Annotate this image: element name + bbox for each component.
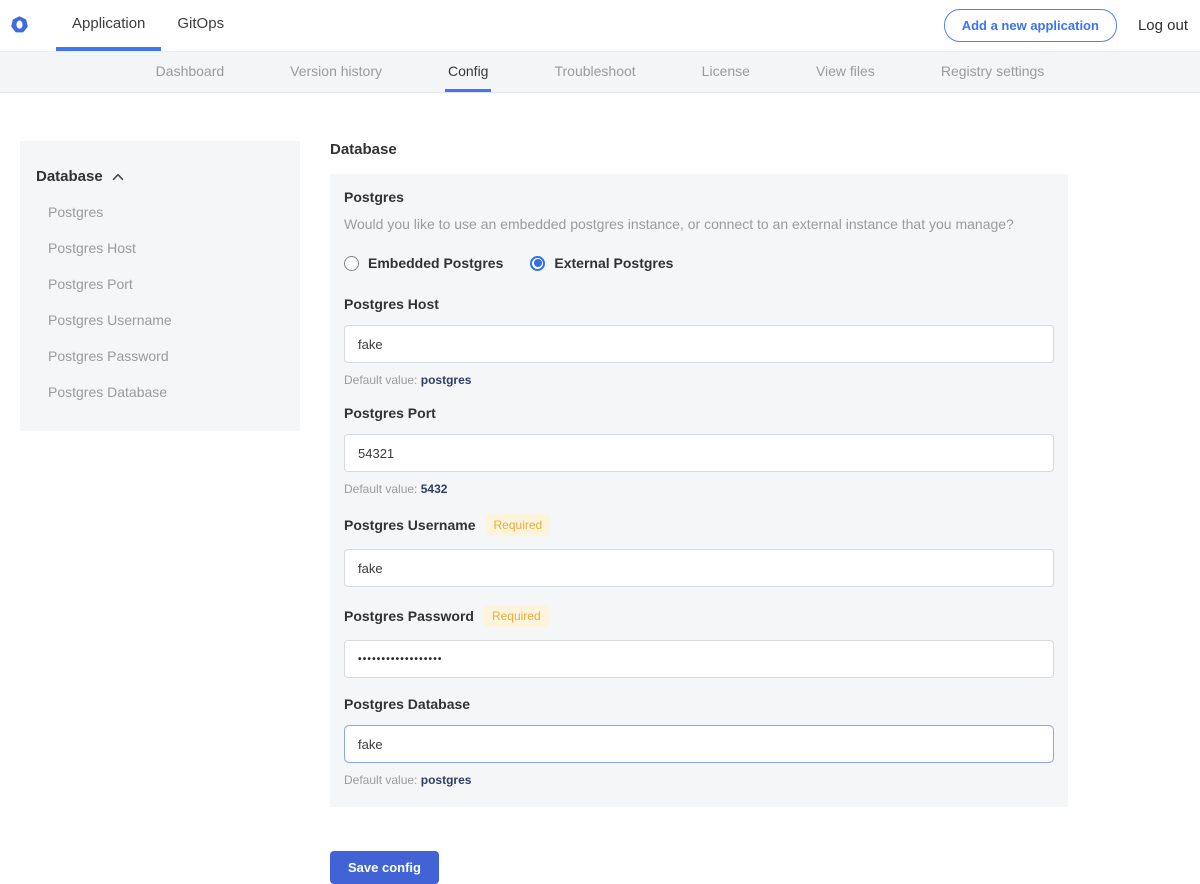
postgres-username-input[interactable] (344, 549, 1054, 587)
sidebar-item-postgres-host[interactable]: Postgres Host (48, 230, 284, 266)
subnav-item-license[interactable]: License (699, 52, 753, 92)
subnav-item-config[interactable]: Config (445, 52, 491, 92)
subnav-item-view-files[interactable]: View files (813, 52, 878, 92)
add-application-button[interactable]: Add a new application (944, 9, 1117, 42)
default-value-prefix: Default value: (344, 773, 417, 787)
field-label: Postgres Password Required (344, 605, 1054, 627)
field-postgres-password: Postgres Password Required (344, 605, 1054, 678)
default-value-text: postgres (421, 373, 472, 387)
config-content: Database Postgres Would you like to use … (330, 141, 1068, 884)
radio-unchecked-icon (344, 256, 359, 271)
sidebar-group-label: Database (36, 168, 103, 185)
tab-gitops[interactable]: GitOps (161, 0, 240, 51)
subnav-item-version-history[interactable]: Version history (287, 52, 385, 92)
subnav-item-label: License (702, 63, 750, 79)
radio-embedded-postgres[interactable]: Embedded Postgres (344, 255, 503, 271)
chevron-up-icon (112, 168, 124, 185)
sidebar-item-postgres-database[interactable]: Postgres Database (48, 374, 284, 410)
default-value-prefix: Default value: (344, 482, 417, 496)
field-postgres-host: Postgres Host Default value: postgres (344, 296, 1054, 387)
config-page: Database Postgres Postgres Host Postgres… (0, 93, 1200, 884)
field-label-text: Postgres Password (344, 608, 474, 624)
postgres-host-input[interactable] (344, 325, 1054, 363)
field-label: Postgres Database (344, 696, 1054, 712)
subnav-item-label: Registry settings (941, 63, 1044, 79)
group-description: Would you like to use an embedded postgr… (344, 216, 1054, 232)
sidebar-group-database[interactable]: Database (36, 168, 284, 185)
default-value-hint: Default value: postgres (344, 373, 1054, 387)
header-tabs: Application GitOps (56, 0, 240, 51)
group-title: Postgres (344, 189, 1054, 205)
radio-checked-icon (530, 256, 545, 271)
app-logo (10, 0, 29, 51)
tab-gitops-label: GitOps (177, 15, 224, 32)
subnav-item-label: Troubleshoot (554, 63, 635, 79)
header-actions: Add a new application Log out (944, 0, 1188, 51)
sidebar-item-postgres[interactable]: Postgres (48, 194, 284, 230)
logout-link[interactable]: Log out (1138, 17, 1188, 34)
default-value-text: 5432 (421, 482, 448, 496)
subnav-item-label: Version history (290, 63, 382, 79)
field-label-text: Postgres Database (344, 696, 470, 712)
subnav-item-registry-settings[interactable]: Registry settings (938, 52, 1047, 92)
tab-application-label: Application (72, 15, 145, 32)
subnav-item-label: Dashboard (156, 63, 225, 79)
field-label: Postgres Username Required (344, 514, 1054, 536)
field-label: Postgres Port (344, 405, 1054, 421)
app-logo-icon (10, 16, 29, 35)
required-badge: Required (484, 605, 549, 627)
radio-label: External Postgres (554, 255, 673, 271)
config-sidebar: Database Postgres Postgres Host Postgres… (20, 141, 300, 431)
save-config-button[interactable]: Save config (330, 851, 439, 884)
page-title: Database (330, 141, 1068, 158)
field-label-text: Postgres Host (344, 296, 439, 312)
radio-external-postgres[interactable]: External Postgres (530, 255, 673, 271)
field-label: Postgres Host (344, 296, 1054, 312)
sidebar-item-postgres-username[interactable]: Postgres Username (48, 302, 284, 338)
sidebar-item-postgres-port[interactable]: Postgres Port (48, 266, 284, 302)
app-subnav: Dashboard Version history Config Trouble… (0, 51, 1200, 93)
default-value-prefix: Default value: (344, 373, 417, 387)
postgres-password-input[interactable] (344, 640, 1054, 678)
subnav-item-label: View files (816, 63, 875, 79)
app-header: Application GitOps Add a new application… (0, 0, 1200, 51)
postgres-port-input[interactable] (344, 434, 1054, 472)
default-value-hint: Default value: postgres (344, 773, 1054, 787)
field-postgres-port: Postgres Port Default value: 5432 (344, 405, 1054, 496)
subnav-item-label: Config (448, 63, 488, 79)
subnav-item-dashboard[interactable]: Dashboard (153, 52, 228, 92)
default-value-hint: Default value: 5432 (344, 482, 1054, 496)
sidebar-items: Postgres Postgres Host Postgres Port Pos… (36, 194, 284, 410)
field-label-text: Postgres Username (344, 517, 476, 533)
radio-label: Embedded Postgres (368, 255, 503, 271)
default-value-text: postgres (421, 773, 472, 787)
subnav-item-troubleshoot[interactable]: Troubleshoot (551, 52, 638, 92)
field-postgres-username: Postgres Username Required (344, 514, 1054, 587)
postgres-radio-group: Embedded Postgres External Postgres (344, 255, 1054, 271)
field-postgres-database: Postgres Database Default value: postgre… (344, 696, 1054, 787)
postgres-database-input[interactable] (344, 725, 1054, 763)
config-group-card: Postgres Would you like to use an embedd… (330, 174, 1068, 807)
tab-application[interactable]: Application (56, 0, 161, 51)
sidebar-item-postgres-password[interactable]: Postgres Password (48, 338, 284, 374)
field-label-text: Postgres Port (344, 405, 436, 421)
required-badge: Required (486, 514, 551, 536)
